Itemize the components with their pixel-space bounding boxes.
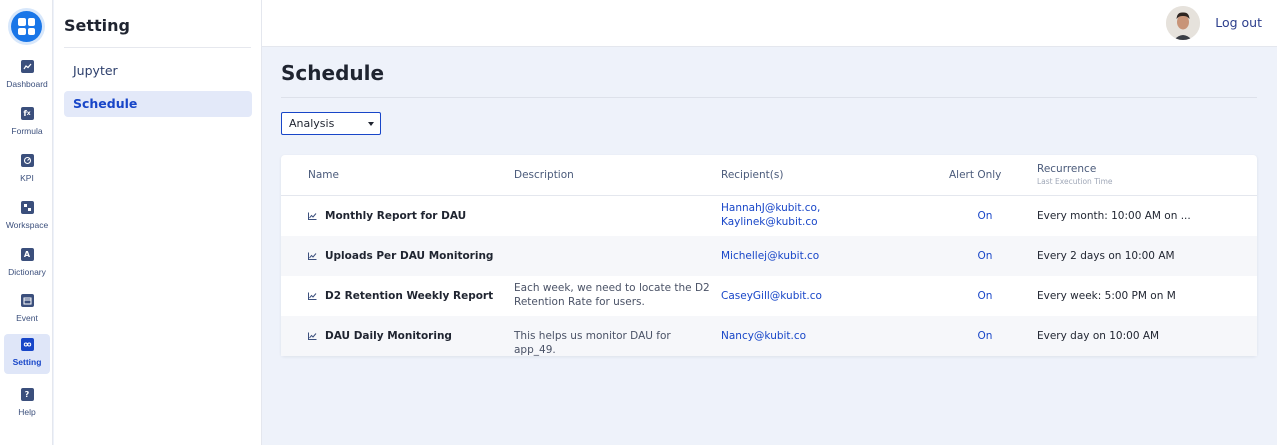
dictionary-icon: A <box>20 248 34 261</box>
column-header-recurrence[interactable]: Recurrence <box>1037 163 1096 175</box>
schedule-name[interactable]: DAU Daily Monitoring <box>308 330 452 342</box>
settings-icon <box>20 338 34 351</box>
recurrence-text: Every week: 5:00 PM on M <box>1037 290 1176 302</box>
sidebar-item-label: Dictionary <box>8 267 46 277</box>
schedule-name-text: D2 Retention Weekly Report <box>325 290 494 302</box>
schedule-name[interactable]: Monthly Report for DAU <box>308 210 466 222</box>
avatar[interactable] <box>1166 6 1200 40</box>
alert-only-status: On <box>977 210 993 222</box>
table-row[interactable]: D2 Retention Weekly Report Each week, we… <box>281 276 1257 316</box>
recurrence-text: Every 2 days on 10:00 AM <box>1037 250 1175 262</box>
schedule-recipients[interactable]: HannahJ@kubit.co, Kaylinek@kubit.co <box>721 201 820 229</box>
alert-only-status: On <box>977 290 993 302</box>
table-header: Name Description Recipient(s) Alert Only… <box>281 155 1257 196</box>
sidebar-item-kpi[interactable]: KPI <box>4 150 50 190</box>
recipient-email[interactable]: CaseyGill@kubit.co <box>721 289 822 303</box>
icon-sidebar: Dashboard fx Formula KPI Workspace A Dic… <box>0 0 53 445</box>
chevron-down-icon <box>368 122 374 126</box>
settings-panel: Setting Jupyter Schedule <box>54 0 262 445</box>
divider <box>281 97 1257 98</box>
settings-panel-title: Setting <box>64 16 130 35</box>
table-row[interactable]: DAU Daily Monitoring This helps us monit… <box>281 316 1257 356</box>
dashboard-icon <box>20 60 34 73</box>
settings-item-jupyter[interactable]: Jupyter <box>64 58 252 84</box>
page-title: Schedule <box>281 61 385 85</box>
sidebar-item-dictionary[interactable]: A Dictionary <box>4 244 50 284</box>
logout-link[interactable]: Log out <box>1215 15 1262 30</box>
recipient-email[interactable]: Michellej@kubit.co <box>721 249 819 263</box>
schedule-recipients[interactable]: Michellej@kubit.co <box>721 249 819 263</box>
recipient-email[interactable]: Kaylinek@kubit.co <box>721 215 820 229</box>
settings-item-schedule[interactable]: Schedule <box>64 91 252 117</box>
schedule-name[interactable]: Uploads Per DAU Monitoring <box>308 250 493 262</box>
sidebar-item-formula[interactable]: fx Formula <box>4 103 50 143</box>
sidebar-item-dashboard[interactable]: Dashboard <box>4 56 50 96</box>
column-header-name[interactable]: Name <box>308 169 339 181</box>
column-subheader-last-execution: Last Execution Time <box>1037 177 1113 186</box>
schedule-description: This helps us monitor DAU for app_49. <box>514 330 671 356</box>
recurrence-text: Every day on 10:00 AM <box>1037 330 1160 342</box>
sidebar-item-label: Workspace <box>5 220 49 230</box>
sidebar-item-workspace[interactable]: Workspace <box>4 197 50 237</box>
recipient-email[interactable]: HannahJ@kubit.co, <box>721 201 820 215</box>
analysis-filter-select[interactable]: Analysis <box>281 112 381 135</box>
formula-icon: fx <box>20 107 34 120</box>
app-logo-icon[interactable] <box>11 11 42 42</box>
sidebar-item-label: Setting <box>12 357 42 367</box>
sidebar-item-event[interactable]: Event <box>4 290 50 330</box>
column-header-alert-only[interactable]: Alert Only <box>949 169 1001 181</box>
sidebar-item-label: Formula <box>11 126 43 136</box>
schedule-name-text: Uploads Per DAU Monitoring <box>325 250 494 262</box>
sidebar-item-label: Dashboard <box>6 79 48 89</box>
recurrence-text: Every month: 10:00 AM on ... <box>1037 210 1191 222</box>
select-value: Analysis <box>289 117 335 130</box>
sidebar-item-help[interactable]: ? Help <box>4 384 50 424</box>
column-header-description[interactable]: Description <box>514 169 574 181</box>
schedule-name-text: DAU Daily Monitoring <box>325 330 452 342</box>
column-header-recipients[interactable]: Recipient(s) <box>721 169 783 181</box>
line-chart-icon <box>308 332 317 340</box>
line-chart-icon <box>308 212 317 220</box>
calendar-icon <box>20 294 34 307</box>
line-chart-icon <box>308 292 317 300</box>
divider <box>64 47 251 48</box>
top-bar: Log out <box>262 0 1277 47</box>
kpi-icon <box>20 154 34 167</box>
line-chart-icon <box>308 252 317 260</box>
schedule-recipients[interactable]: CaseyGill@kubit.co <box>721 289 822 303</box>
table-row[interactable]: Monthly Report for DAU HannahJ@kubit.co,… <box>281 196 1257 236</box>
sidebar-item-label: Help <box>18 407 36 417</box>
recipient-email[interactable]: Nancy@kubit.co <box>721 329 806 343</box>
alert-only-status: On <box>977 330 993 342</box>
alert-only-status: On <box>977 250 993 262</box>
help-icon: ? <box>20 388 34 401</box>
schedule-table: Name Description Recipient(s) Alert Only… <box>281 155 1257 356</box>
schedule-name[interactable]: D2 Retention Weekly Report <box>308 290 493 302</box>
schedule-description: Each week, we need to locate the D2 Rete… <box>514 282 710 308</box>
sidebar-item-label: Event <box>16 313 38 323</box>
workspace-icon <box>20 201 34 214</box>
sidebar-item-label: KPI <box>20 173 34 183</box>
table-row[interactable]: Uploads Per DAU Monitoring Michellej@kub… <box>281 236 1257 276</box>
sidebar-item-setting[interactable]: Setting <box>4 334 50 374</box>
schedule-name-text: Monthly Report for DAU <box>325 210 467 222</box>
schedule-recipients[interactable]: Nancy@kubit.co <box>721 329 806 343</box>
